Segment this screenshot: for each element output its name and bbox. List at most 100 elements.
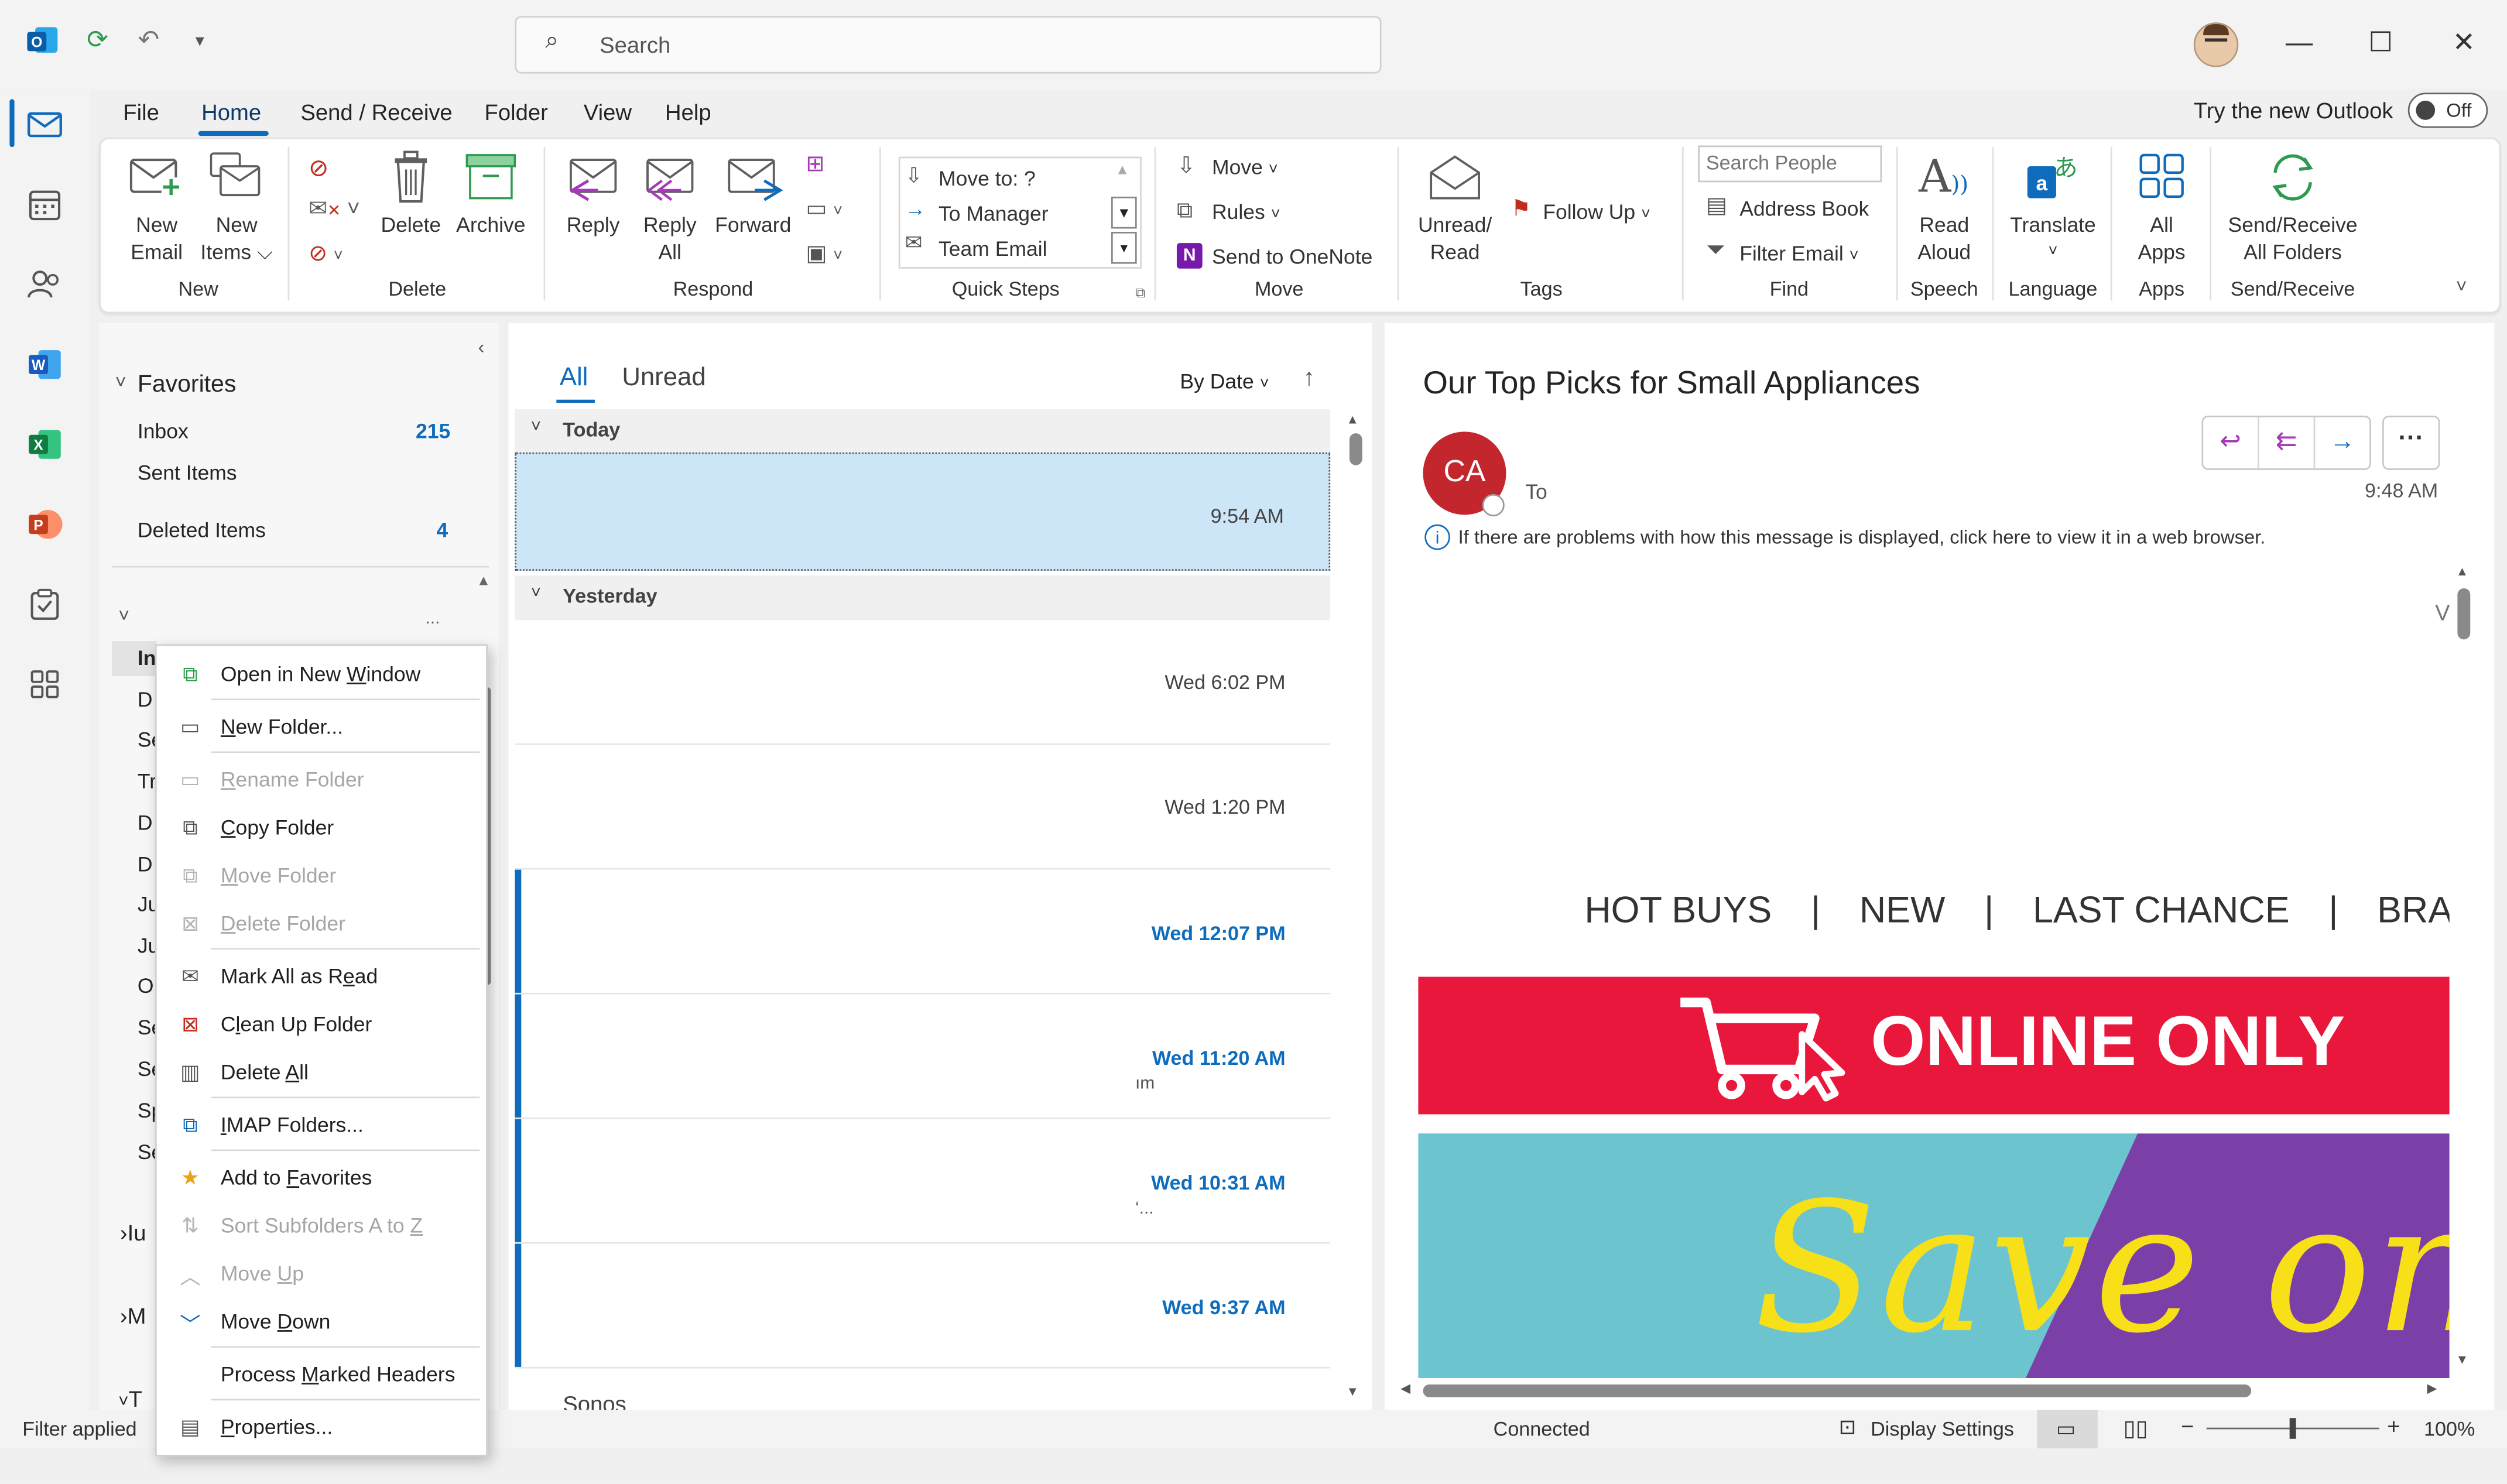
reading-scroll-down-icon[interactable]: ▼ xyxy=(2456,1352,2469,1367)
collapse-folder-pane-icon[interactable]: ‹ xyxy=(478,335,485,358)
all-apps-button[interactable]: All Apps xyxy=(2126,211,2197,265)
minimize-button[interactable]: — xyxy=(2275,22,2323,64)
unread-read-button[interactable]: Unread/Read xyxy=(1410,211,1500,265)
context-menu-item-move-down[interactable]: ﹀ Move Down xyxy=(157,1301,487,1343)
context-menu-item-process-marked-headers[interactable]: Process Marked Headers xyxy=(157,1354,487,1396)
archive-button[interactable]: Archive xyxy=(451,211,531,238)
more-respond-icon[interactable]: ▣ ˅ xyxy=(806,240,842,267)
powerpoint-icon[interactable]: P xyxy=(22,502,67,547)
context-menu-item-open-in-new-window[interactable]: ⧉ Open in New Window xyxy=(157,654,487,695)
account-m-expander[interactable]: ›M xyxy=(120,1303,146,1329)
gallery-up-icon[interactable]: ▲ xyxy=(1111,162,1133,190)
list-scroll-up-icon[interactable]: ▲ xyxy=(1346,413,1359,427)
group-header-today[interactable]: ˅ Today xyxy=(515,409,1331,454)
quick-step-move-to[interactable]: Move to: ? xyxy=(939,166,1036,190)
address-book-button[interactable]: Address Book xyxy=(1739,197,1869,221)
folder-item[interactable]: In xyxy=(138,646,156,670)
context-menu-item-delete-all[interactable]: ▥ Delete All xyxy=(157,1052,487,1094)
reading-scroll-right-icon[interactable]: ▶ xyxy=(2427,1381,2437,1396)
im-reply-icon[interactable]: ▭ ˅ xyxy=(806,195,842,222)
reply-icon[interactable]: ↩ xyxy=(2203,417,2259,469)
display-settings-button[interactable]: Display Settings xyxy=(1871,1418,2014,1440)
nav-last-chance-link[interactable]: LAST CHANCE xyxy=(2033,889,2290,930)
zoom-level[interactable]: 100% xyxy=(2424,1418,2475,1440)
close-button[interactable]: ✕ xyxy=(2440,22,2488,64)
message-row[interactable]: 9:54 AM xyxy=(515,452,1331,571)
tab-home[interactable]: Home xyxy=(201,99,261,125)
gallery-down-icon[interactable]: ▼ xyxy=(1111,196,1137,229)
reply-all-button[interactable]: Reply All xyxy=(636,211,704,265)
folder-item[interactable]: D xyxy=(138,811,153,835)
context-menu-item-properties[interactable]: ▤ Properties... xyxy=(157,1407,487,1448)
more-actions-icon[interactable]: ··· xyxy=(2382,416,2440,470)
clean-up-icon[interactable]: ✉✕ ˅ xyxy=(309,195,360,222)
tab-file[interactable]: File xyxy=(123,99,159,125)
mail-icon[interactable] xyxy=(22,102,67,147)
context-menu-item-new-folder[interactable]: ▭ New Folder... xyxy=(157,707,487,748)
context-menu-item-mark-all-as-read[interactable]: ✉ Mark All as Read xyxy=(157,956,487,998)
filter-email-button[interactable]: Filter Email ˅ xyxy=(1739,241,1858,265)
more-apps-icon[interactable] xyxy=(22,662,67,707)
delete-button[interactable]: Delete xyxy=(374,211,448,238)
message-row-unread[interactable]: Wed 11:20 AM ım xyxy=(515,994,1331,1119)
folder-item[interactable]: D xyxy=(138,852,153,876)
reading-scroll-left-icon[interactable]: ◀ xyxy=(1400,1381,1410,1396)
reply-all-icon[interactable]: ⇇ xyxy=(2259,417,2316,469)
online-only-banner[interactable]: ONLINE ONLY xyxy=(1418,976,2450,1115)
zoom-slider-thumb[interactable] xyxy=(2289,1418,2296,1439)
message-row-unread[interactable]: Wed 10:31 AM ‘... xyxy=(515,1119,1331,1244)
sort-by-date-button[interactable]: By Date ˅ xyxy=(1180,369,1269,393)
customize-toolbar-icon[interactable]: ▾ xyxy=(182,22,217,57)
follow-up-button[interactable]: Follow Up ˅ xyxy=(1543,200,1650,224)
filter-tab-unread[interactable]: Unread xyxy=(622,365,705,393)
account-chevron-icon[interactable]: ˅ xyxy=(118,604,129,626)
message-row-unread[interactable]: Wed 9:37 AM xyxy=(515,1243,1331,1369)
forward-button[interactable]: Forward xyxy=(710,211,796,238)
send-receive-refresh-icon[interactable]: ⟳ xyxy=(80,22,115,57)
new-outlook-toggle[interactable]: Off xyxy=(2407,92,2488,128)
context-menu-item-add-to-favorites[interactable]: ★ Add to Favorites xyxy=(157,1157,487,1199)
list-scroll-down-icon[interactable]: ▼ xyxy=(1346,1384,1359,1399)
tab-view[interactable]: View xyxy=(584,99,632,125)
junk-icon[interactable]: ⊘ ˅ xyxy=(309,240,343,267)
favorites-chevron-icon[interactable]: ˅ xyxy=(115,371,126,393)
reading-view-icon[interactable]: ▯▯ xyxy=(2124,1415,2148,1442)
reply-button[interactable]: Reply xyxy=(560,211,627,238)
search-people-input[interactable]: Search People xyxy=(1698,145,1882,183)
reading-scrollbar-thumb[interactable] xyxy=(2457,588,2471,640)
avatar[interactable] xyxy=(2193,22,2239,67)
sort-direction-icon[interactable]: ↑ xyxy=(1303,365,1315,392)
tasks-icon[interactable] xyxy=(22,582,67,626)
word-icon[interactable]: W xyxy=(22,342,67,386)
nav-new-link[interactable]: NEW xyxy=(1859,889,1946,930)
gallery-expand-icon[interactable]: ▾ xyxy=(1111,231,1137,264)
message-row[interactable]: Wed 1:20 PM xyxy=(515,745,1331,870)
filter-tab-all[interactable]: All xyxy=(560,365,588,393)
context-menu-item-imap-folders[interactable]: ⧉ IMAP Folders... xyxy=(157,1105,487,1146)
reading-scroll-up-icon[interactable]: ▲ xyxy=(2456,564,2469,579)
context-menu-item-copy-folder[interactable]: ⧉ Copy Folder xyxy=(157,807,487,849)
tab-send-receive[interactable]: Send / Receive xyxy=(300,99,452,125)
zoom-out-button[interactable]: − xyxy=(2181,1413,2194,1439)
nav-hot-buys-link[interactable]: HOT BUYS xyxy=(1584,889,1772,930)
forward-icon[interactable]: → xyxy=(2315,417,2369,468)
favorites-header[interactable]: Favorites xyxy=(138,371,236,398)
context-menu-item-clean-up-folder[interactable]: ⊠ Clean Up Folder xyxy=(157,1004,487,1046)
folder-item[interactable]: Tr xyxy=(138,769,156,793)
favorite-inbox[interactable]: Inbox xyxy=(138,419,189,443)
message-row[interactable]: Wed 6:02 PM xyxy=(515,620,1331,745)
send-receive-all-folders-button[interactable]: Send/Receive All Folders xyxy=(2222,211,2363,265)
quick-step-team-email[interactable]: Team Email xyxy=(939,237,1047,261)
calendar-icon[interactable] xyxy=(22,182,67,227)
send-to-onenote-button[interactable]: Send to OneNote xyxy=(1212,245,1372,269)
maximize-button[interactable]: ☐ xyxy=(2357,22,2405,64)
new-items-button[interactable]: New Items ⌵ xyxy=(195,211,278,265)
folder-item[interactable]: D xyxy=(138,687,153,711)
new-email-button[interactable]: New Email xyxy=(122,211,192,265)
reading-hscrollbar-thumb[interactable] xyxy=(1423,1384,2252,1397)
tab-folder[interactable]: Folder xyxy=(484,99,547,125)
message-row-unread[interactable]: Wed 12:07 PM xyxy=(515,869,1331,995)
collapse-ribbon-icon[interactable]: ˅ xyxy=(2456,275,2467,297)
zoom-in-button[interactable]: + xyxy=(2387,1413,2400,1439)
hero-image[interactable]: Save on xyxy=(1418,1133,2450,1379)
